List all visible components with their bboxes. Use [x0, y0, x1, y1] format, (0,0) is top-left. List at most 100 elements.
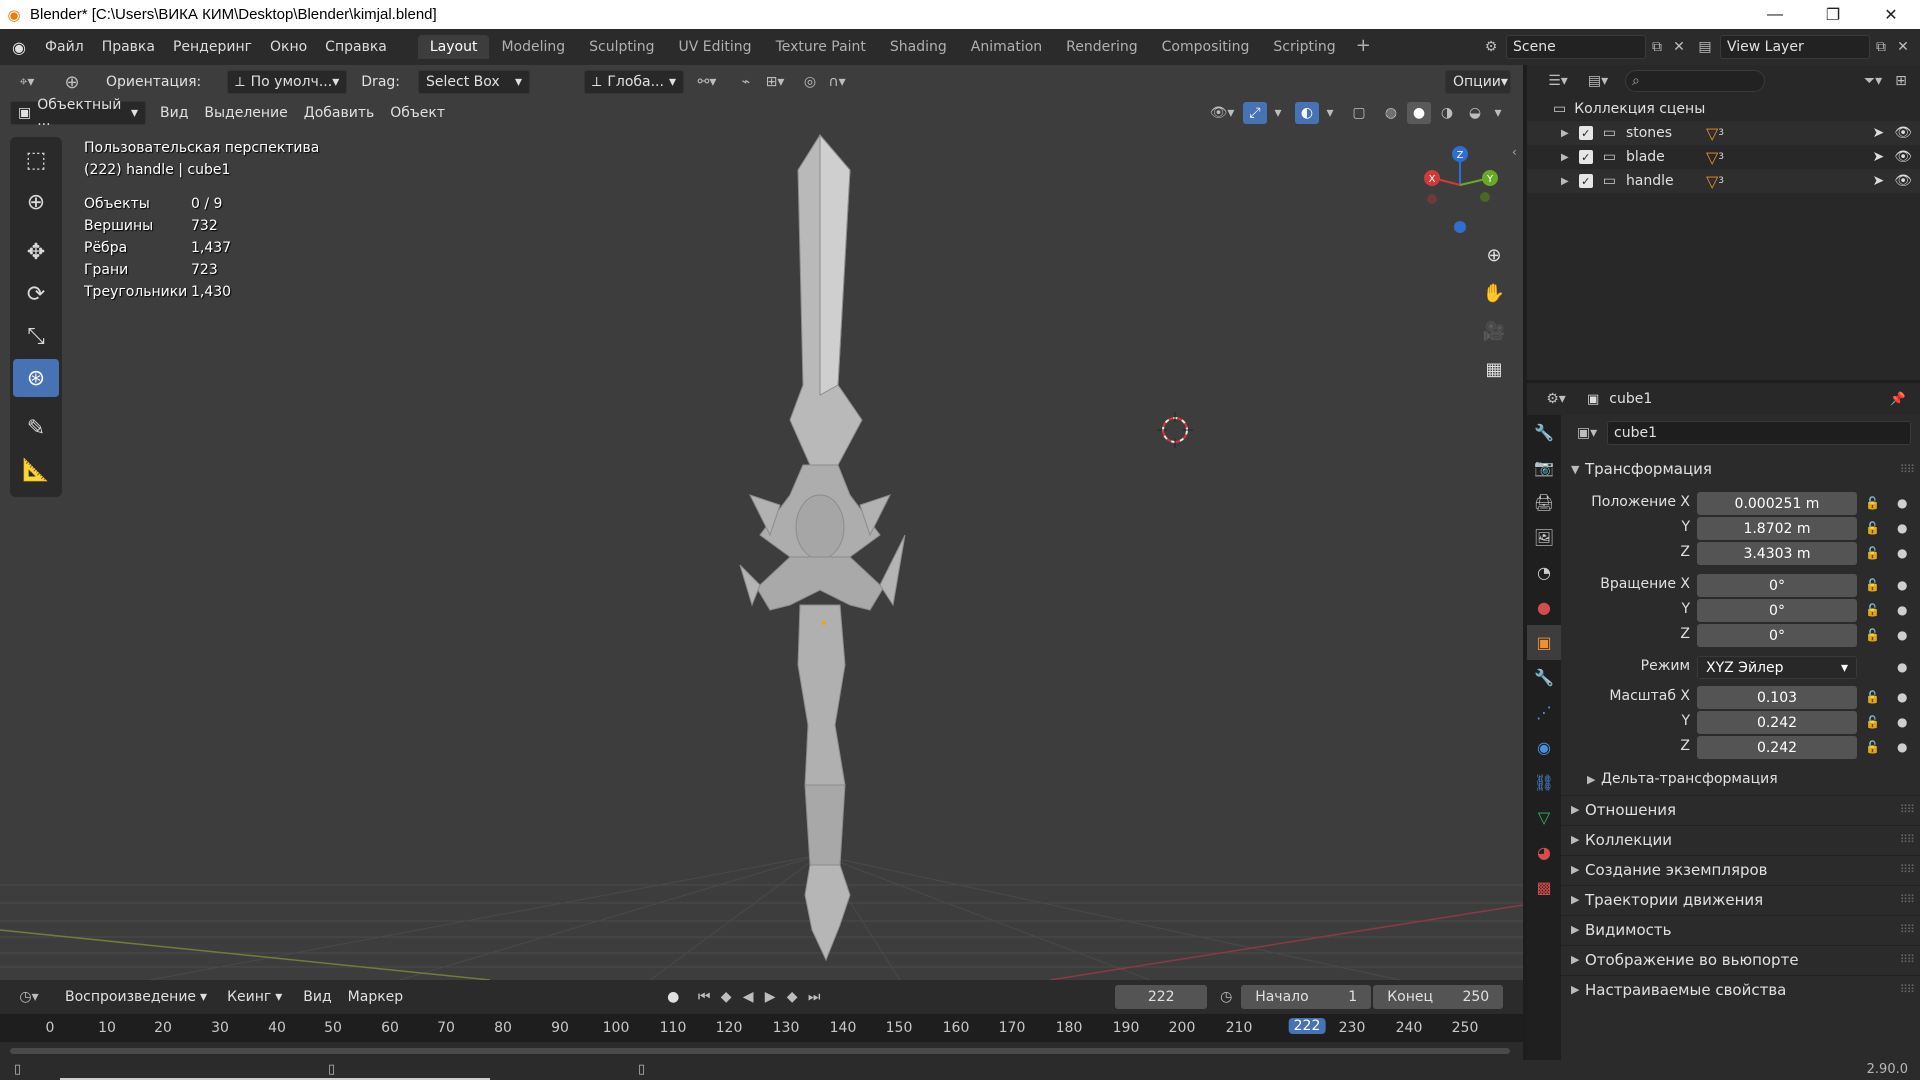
- outliner-item-stones[interactable]: ▶ ✓ ▭ stones ▽ 3 ➤ 👁: [1527, 121, 1920, 145]
- panel-relations[interactable]: ▶ Отношения ⠿⠿: [1561, 795, 1920, 823]
- menu-object[interactable]: Объект: [382, 105, 453, 121]
- next-keyframe-icon[interactable]: ◆: [781, 986, 803, 1008]
- output-tab-icon[interactable]: 🖨: [1527, 485, 1561, 520]
- 3d-viewport[interactable]: Z X Y ⌖▾ ⊕ Ориентация: ⟂ По умолч... ▾ Dra…: [0, 65, 1523, 980]
- pan-hand-icon[interactable]: ✋: [1479, 278, 1509, 308]
- lock-icon[interactable]: 🔓: [1865, 715, 1880, 729]
- particles-tab-icon[interactable]: ⋰: [1527, 695, 1561, 730]
- pivot-point-icon[interactable]: ⚯▾: [690, 71, 724, 93]
- transform-tool-icon[interactable]: ⊛: [13, 359, 59, 397]
- overlays-toggle-icon[interactable]: ◐: [1295, 102, 1319, 124]
- prev-keyframe-icon[interactable]: ◆: [715, 986, 737, 1008]
- jump-end-icon[interactable]: ⏭: [803, 986, 825, 1008]
- menu-window[interactable]: Окно: [261, 39, 316, 55]
- render-tab-icon[interactable]: 📷: [1527, 450, 1561, 485]
- expand-arrow-icon[interactable]: ▶: [1561, 176, 1569, 187]
- keyframe-dot-icon[interactable]: ●: [1897, 578, 1907, 592]
- keyframe-dot-icon[interactable]: ●: [1897, 603, 1907, 617]
- new-scene-icon[interactable]: ⧉: [1646, 36, 1668, 58]
- properties-editor-type-icon[interactable]: ⚙▾: [1539, 388, 1573, 410]
- outliner-item-handle[interactable]: ▶ ✓ ▭ handle ▽ 3 ➤ 👁: [1527, 169, 1920, 193]
- measure-tool-icon[interactable]: 📐: [13, 451, 59, 489]
- visibility-eye-icon[interactable]: 👁: [1894, 149, 1912, 165]
- start-frame-field[interactable]: Начало 1: [1241, 985, 1372, 1009]
- timeline-view-menu[interactable]: Вид: [295, 989, 339, 1005]
- mode-dropdown[interactable]: ▣ Объектный ... ▾: [10, 97, 146, 129]
- tab-rendering[interactable]: Rendering: [1054, 35, 1150, 59]
- timeline-scrollbar[interactable]: [10, 1048, 1510, 1054]
- transform-orientation-dropdown[interactable]: ⟂ Глоба... ▾: [584, 70, 684, 94]
- material-shading-icon[interactable]: ◑: [1435, 102, 1459, 124]
- location-z-field[interactable]: 3.4303 m: [1697, 542, 1857, 565]
- include-checkbox[interactable]: ✓: [1578, 174, 1593, 188]
- editor-type-icon[interactable]: ⌖▾: [10, 71, 44, 93]
- include-checkbox[interactable]: ✓: [1578, 126, 1593, 140]
- scene-tab-icon[interactable]: ◔: [1527, 555, 1561, 590]
- options-dropdown[interactable]: Опции ▾: [1445, 70, 1511, 94]
- zoom-icon[interactable]: ⊕: [1479, 240, 1509, 270]
- expand-arrow-icon[interactable]: ▶: [1561, 128, 1569, 139]
- view-layer-tab-icon[interactable]: 🖼: [1527, 520, 1561, 555]
- lock-icon[interactable]: 🔓: [1865, 578, 1880, 592]
- menu-edit[interactable]: Правка: [93, 39, 164, 55]
- world-tab-icon[interactable]: ●: [1527, 590, 1561, 625]
- tool-tab-icon[interactable]: 🔧: [1527, 415, 1561, 450]
- lock-icon[interactable]: 🔓: [1865, 628, 1880, 642]
- panel-visibility[interactable]: ▶ Видимость ⠿⠿: [1561, 915, 1920, 943]
- panel-custom-properties[interactable]: ▶ Настраиваемые свойства ⠿⠿: [1561, 975, 1920, 1003]
- panel-instancing[interactable]: ▶ Создание экземпляров ⠿⠿: [1561, 855, 1920, 883]
- delete-view-layer-icon[interactable]: ✕: [1892, 36, 1914, 58]
- minimize-button[interactable]: —: [1746, 0, 1804, 29]
- rotation-z-field[interactable]: 0°: [1697, 624, 1857, 647]
- panel-viewport-display[interactable]: ▶ Отображение во вьюпорте ⠿⠿: [1561, 945, 1920, 973]
- expand-arrow-icon[interactable]: ▶: [1561, 152, 1569, 163]
- keyframe-dot-icon[interactable]: ●: [1897, 521, 1907, 535]
- pin-icon[interactable]: 📌: [1890, 392, 1906, 407]
- play-reverse-icon[interactable]: ◀: [737, 986, 759, 1008]
- play-icon[interactable]: ▶: [759, 986, 781, 1008]
- tab-modeling[interactable]: Modeling: [489, 35, 577, 59]
- snap-target-icon[interactable]: ⊞▾: [758, 71, 792, 93]
- wireframe-shading-icon[interactable]: ◍: [1379, 102, 1403, 124]
- rotation-y-field[interactable]: 0°: [1697, 599, 1857, 622]
- lock-icon[interactable]: 🔓: [1865, 603, 1880, 617]
- object-name-field[interactable]: cube1: [1607, 421, 1911, 445]
- rotation-mode-dropdown[interactable]: XYZ Эйлер ▾: [1697, 656, 1857, 679]
- orientation-dropdown[interactable]: ⟂ По умолч... ▾: [227, 70, 348, 94]
- keyframe-dot-icon[interactable]: ●: [1897, 546, 1907, 560]
- object-browse-icon[interactable]: ▣▾: [1571, 422, 1603, 444]
- snap-toggle-icon[interactable]: ⌁: [734, 71, 758, 93]
- drag-grip-icon[interactable]: ⠿⠿: [1900, 463, 1915, 476]
- menu-select[interactable]: Выделение: [196, 105, 295, 121]
- location-y-field[interactable]: 1.8702 m: [1697, 517, 1857, 540]
- tab-scripting[interactable]: Scripting: [1261, 35, 1347, 59]
- keyframe-dot-icon[interactable]: ●: [1897, 660, 1907, 674]
- end-frame-field[interactable]: Конец 250: [1373, 985, 1504, 1009]
- scene-selector-icon[interactable]: ⚙: [1480, 36, 1502, 58]
- material-tab-icon[interactable]: ◕: [1527, 835, 1561, 870]
- rotate-tool-icon[interactable]: ⟳: [13, 275, 59, 313]
- visibility-eye-icon[interactable]: 👁: [1894, 125, 1912, 141]
- overlays-dropdown-icon[interactable]: ▾: [1323, 102, 1337, 124]
- menu-file[interactable]: Файл: [36, 39, 93, 55]
- scene-collection-row[interactable]: ▭ Коллекция сцены: [1527, 97, 1920, 121]
- keying-menu[interactable]: Кеинг ▾: [220, 985, 289, 1009]
- playback-menu[interactable]: Воспроизведение ▾: [58, 985, 214, 1009]
- current-frame-field[interactable]: 222: [1115, 985, 1208, 1009]
- annotate-tool-icon[interactable]: ✎: [13, 409, 59, 447]
- lock-icon[interactable]: 🔓: [1865, 690, 1880, 704]
- display-mode-icon[interactable]: ▤▾: [1581, 70, 1615, 92]
- outliner-editor-type-icon[interactable]: ☰▾: [1541, 70, 1575, 92]
- view-layer-field[interactable]: View Layer: [1720, 35, 1870, 59]
- gizmo-dropdown-icon[interactable]: ▾: [1271, 102, 1285, 124]
- new-collection-icon[interactable]: ⊞: [1890, 70, 1912, 92]
- scale-tool-icon[interactable]: ⤡: [13, 317, 59, 355]
- scale-y-field[interactable]: 0.242: [1697, 711, 1857, 734]
- lock-icon[interactable]: 🔓: [1865, 521, 1880, 535]
- timeline-ruler[interactable]: 0 10 20 30 40 50 60 70 80 90 100 110 120…: [0, 1014, 1523, 1042]
- menu-view[interactable]: Вид: [152, 105, 196, 121]
- shading-dropdown-icon[interactable]: ▾: [1491, 102, 1505, 124]
- outliner-search-input[interactable]: ⌕: [1625, 70, 1765, 92]
- record-icon[interactable]: ●: [661, 986, 685, 1008]
- tab-sculpting[interactable]: Sculpting: [577, 35, 666, 59]
